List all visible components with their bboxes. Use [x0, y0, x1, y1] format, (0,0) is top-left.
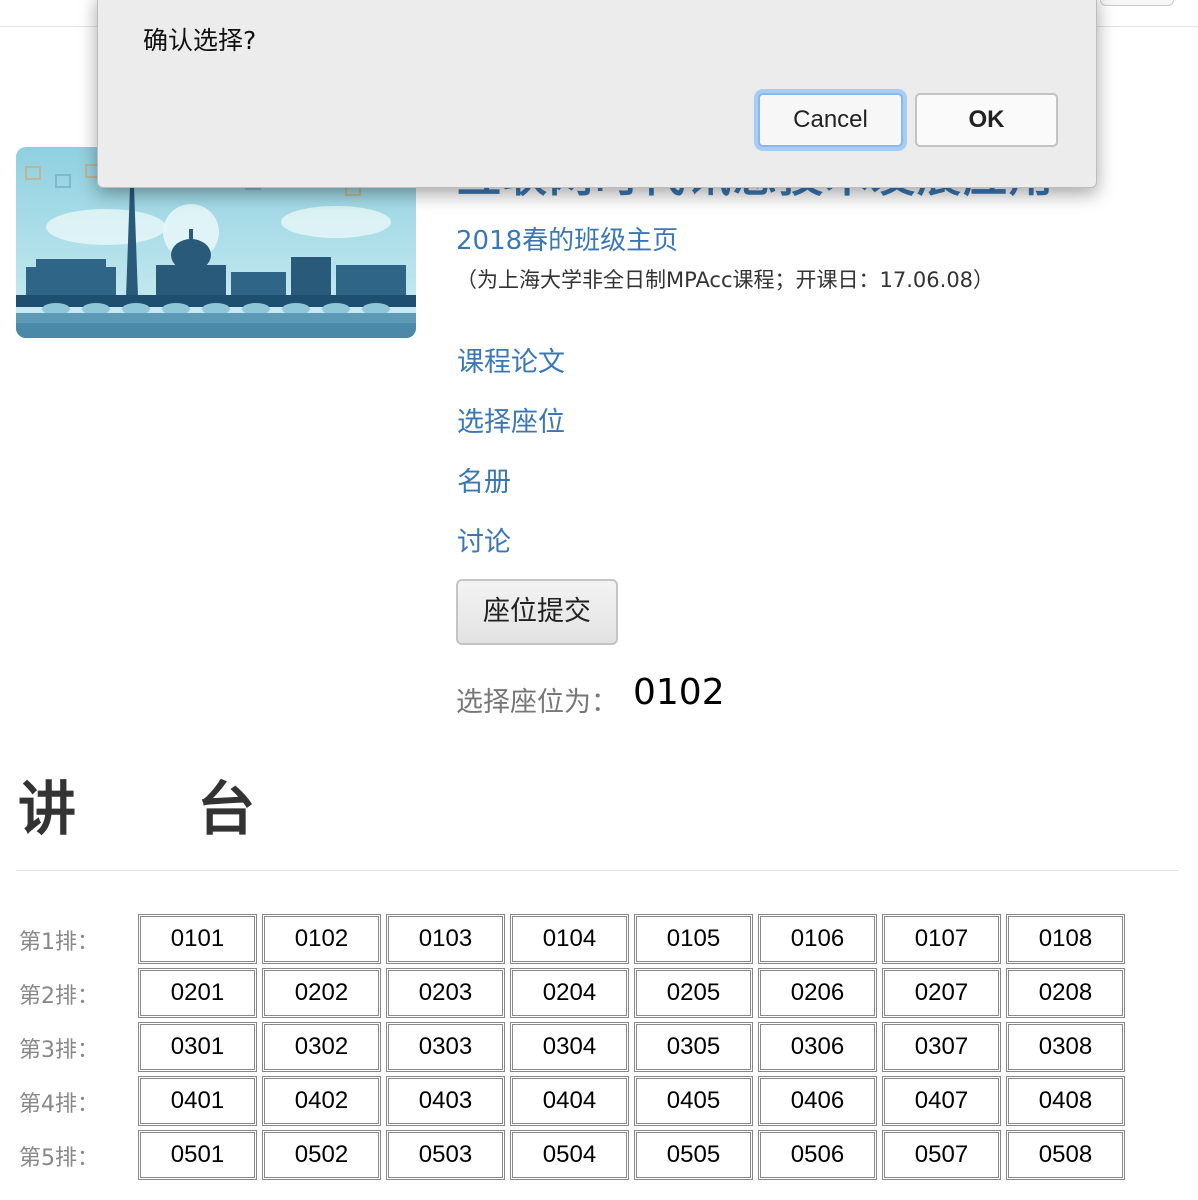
- seat-button[interactable]: 0201: [138, 968, 257, 1018]
- podium-heading: 讲 台: [18, 775, 256, 843]
- dialog-message: 确认选择?: [143, 26, 257, 55]
- course-note: （为上海大学非全日制MPAcc课程；开课日：17.06.08）: [456, 268, 995, 292]
- seat-button[interactable]: 0101: [138, 914, 257, 964]
- seat-button[interactable]: 0104: [510, 914, 629, 964]
- dialog-cancel-button[interactable]: Cancel: [758, 93, 903, 147]
- selected-seat-label: 选择座位为：: [456, 687, 618, 718]
- seat-button[interactable]: 0203: [386, 968, 505, 1018]
- class-homepage-link[interactable]: 2018春的班级主页: [456, 220, 678, 257]
- seat-button[interactable]: 0308: [1006, 1022, 1125, 1072]
- seat-button[interactable]: 0306: [758, 1022, 877, 1072]
- seat-button[interactable]: 0302: [262, 1022, 381, 1072]
- seat-button[interactable]: 0402: [262, 1076, 381, 1126]
- row-label: 第1排：: [19, 930, 99, 955]
- seat-button[interactable]: 0202: [262, 968, 381, 1018]
- seat-button[interactable]: 0204: [510, 968, 629, 1018]
- seat-button[interactable]: 0103: [386, 914, 505, 964]
- confirm-dialog: 确认选择? Cancel OK: [97, 0, 1097, 188]
- seat-button[interactable]: 0501: [138, 1130, 257, 1180]
- seat-button[interactable]: 0106: [758, 914, 877, 964]
- seat-button[interactable]: 0507: [882, 1130, 1001, 1180]
- seat-button[interactable]: 0508: [1006, 1130, 1125, 1180]
- dialog-ok-button[interactable]: OK: [915, 93, 1058, 147]
- row-label: 第2排：: [19, 984, 99, 1009]
- seat-button[interactable]: 0207: [882, 968, 1001, 1018]
- seat-button[interactable]: 0307: [882, 1022, 1001, 1072]
- nav-link-discussion[interactable]: 讨论: [457, 520, 511, 559]
- seat-button[interactable]: 0108: [1006, 914, 1125, 964]
- top-button-edge[interactable]: [1100, 0, 1174, 6]
- seat-button[interactable]: 0301: [138, 1022, 257, 1072]
- seat-button[interactable]: 0403: [386, 1076, 505, 1126]
- seat-button[interactable]: 0107: [882, 914, 1001, 964]
- seat-button[interactable]: 0105: [634, 914, 753, 964]
- seat-button[interactable]: 0405: [634, 1076, 753, 1126]
- seat-button[interactable]: 0506: [758, 1130, 877, 1180]
- seat-button[interactable]: 0505: [634, 1130, 753, 1180]
- row-label: 第3排：: [19, 1038, 99, 1063]
- seat-button[interactable]: 0502: [262, 1130, 381, 1180]
- seat-button[interactable]: 0504: [510, 1130, 629, 1180]
- row-label: 第5排：: [19, 1146, 99, 1171]
- seat-button[interactable]: 0206: [758, 968, 877, 1018]
- nav-link-select-seat[interactable]: 选择座位: [457, 400, 565, 439]
- seat-button[interactable]: 0408: [1006, 1076, 1125, 1126]
- section-divider: [16, 870, 1178, 871]
- seat-button[interactable]: 0304: [510, 1022, 629, 1072]
- seat-button[interactable]: 0407: [882, 1076, 1001, 1126]
- seat-button[interactable]: 0305: [634, 1022, 753, 1072]
- seat-button[interactable]: 0102: [262, 914, 381, 964]
- seat-button[interactable]: 0401: [138, 1076, 257, 1126]
- submit-seat-button[interactable]: 座位提交: [456, 579, 618, 645]
- nav-link-roster[interactable]: 名册: [457, 460, 511, 499]
- selected-seat-value: 0102: [633, 672, 725, 713]
- seat-button[interactable]: 0406: [758, 1076, 877, 1126]
- row-label: 第4排：: [19, 1092, 99, 1117]
- seat-button[interactable]: 0303: [386, 1022, 505, 1072]
- seat-button[interactable]: 0404: [510, 1076, 629, 1126]
- seat-button[interactable]: 0208: [1006, 968, 1125, 1018]
- nav-link-course-paper[interactable]: 课程论文: [457, 340, 565, 379]
- seat-button[interactable]: 0205: [634, 968, 753, 1018]
- seat-button[interactable]: 0503: [386, 1130, 505, 1180]
